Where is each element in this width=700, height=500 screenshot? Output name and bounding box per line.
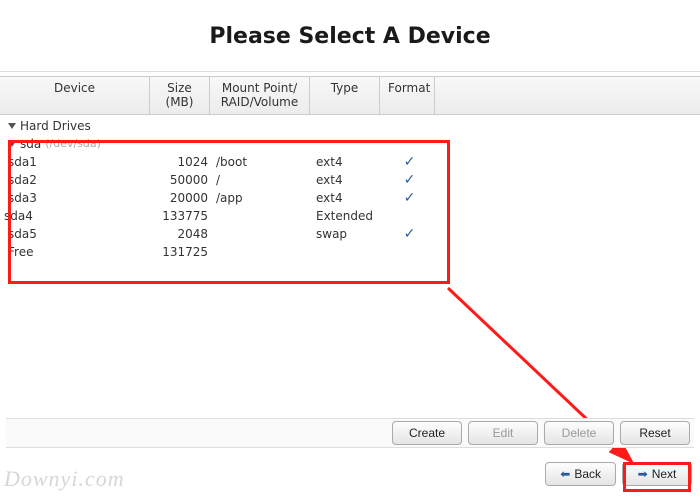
partition-type: ext4 — [312, 155, 382, 169]
partition-size: 1024 — [154, 155, 212, 169]
edit-button[interactable]: Edit — [468, 421, 538, 445]
partition-type: ext4 — [312, 173, 382, 187]
table-row[interactable]: sda2 50000/ext4 ✓ — [4, 171, 700, 189]
table-row[interactable]: sda4 133775 Extended — [4, 207, 700, 225]
partition-size: 20000 — [154, 191, 212, 205]
arrow-left-icon: ⬅ — [560, 467, 570, 481]
reset-button[interactable]: Reset — [620, 421, 690, 445]
partition-size: 131725 — [154, 245, 212, 259]
table-header: Device Size (MB) Mount Point/ RAID/Volum… — [0, 76, 700, 115]
expand-icon[interactable] — [8, 123, 16, 129]
partition-format: ✓ — [382, 226, 437, 242]
delete-button[interactable]: Delete — [544, 421, 614, 445]
col-size[interactable]: Size (MB) — [150, 77, 210, 114]
tree-row-sda[interactable]: sda (/dev/sda) — [4, 135, 700, 153]
table-row[interactable]: sda3 20000/appext4 ✓ — [4, 189, 700, 207]
partition-format: ✓ — [382, 154, 437, 170]
watermark: Downyi.com — [4, 466, 125, 492]
next-label: Next — [652, 467, 677, 481]
col-type[interactable]: Type — [310, 77, 380, 114]
device-sda-path: (/dev/sda) — [45, 137, 101, 150]
device-tree: Hard Drives sda(/dev/sda) sda11024/boote… — [0, 115, 700, 261]
tree-row-hard-drives[interactable]: Hard Drives — [4, 117, 700, 135]
partition-mount: /app — [212, 191, 312, 205]
device-sda: sda — [20, 137, 41, 151]
hard-drives-label: Hard Drives — [20, 119, 91, 133]
partition-format: ✓ — [382, 172, 437, 188]
partition-size: 2048 — [154, 227, 212, 241]
partition-name: sda5 — [8, 227, 37, 241]
col-device[interactable]: Device — [0, 77, 150, 114]
table-row[interactable]: sda1 1024/bootext4 ✓ — [4, 153, 700, 171]
expand-icon[interactable] — [8, 141, 16, 147]
checkmark-icon: ✓ — [404, 154, 416, 170]
partition-name: sda2 — [8, 173, 37, 187]
checkmark-icon: ✓ — [404, 172, 416, 188]
partition-name: sda3 — [8, 191, 37, 205]
partition-type: Extended — [312, 209, 382, 223]
partition-size: 50000 — [154, 173, 212, 187]
col-format[interactable]: Format — [380, 77, 435, 114]
arrow-right-icon: ➡ — [638, 467, 648, 481]
nav-toolbar: ⬅ Back ➡ Next — [545, 462, 692, 486]
partition-size: 133775 — [154, 209, 212, 223]
page-title: Please Select A Device — [0, 24, 700, 49]
back-button[interactable]: ⬅ Back — [545, 462, 616, 486]
partition-name: sda1 — [8, 155, 37, 169]
table-row[interactable]: sda5 2048 swap ✓ — [4, 225, 700, 243]
partition-type: swap — [312, 227, 382, 241]
checkmark-icon: ✓ — [404, 226, 416, 242]
table-row[interactable]: Free 131725 — [4, 243, 700, 261]
partition-mount: / — [212, 173, 312, 187]
partition-name: sda4 — [4, 209, 33, 223]
divider — [0, 71, 700, 72]
partition-mount: /boot — [212, 155, 312, 169]
next-button[interactable]: ➡ Next — [622, 462, 692, 486]
col-mount[interactable]: Mount Point/ RAID/Volume — [210, 77, 310, 114]
partition-type: ext4 — [312, 191, 382, 205]
partition-toolbar: Create Edit Delete Reset — [6, 418, 694, 448]
back-label: Back — [574, 467, 601, 481]
partition-name: Free — [8, 245, 33, 259]
partition-format: ✓ — [382, 190, 437, 206]
create-button[interactable]: Create — [392, 421, 462, 445]
checkmark-icon: ✓ — [404, 190, 416, 206]
